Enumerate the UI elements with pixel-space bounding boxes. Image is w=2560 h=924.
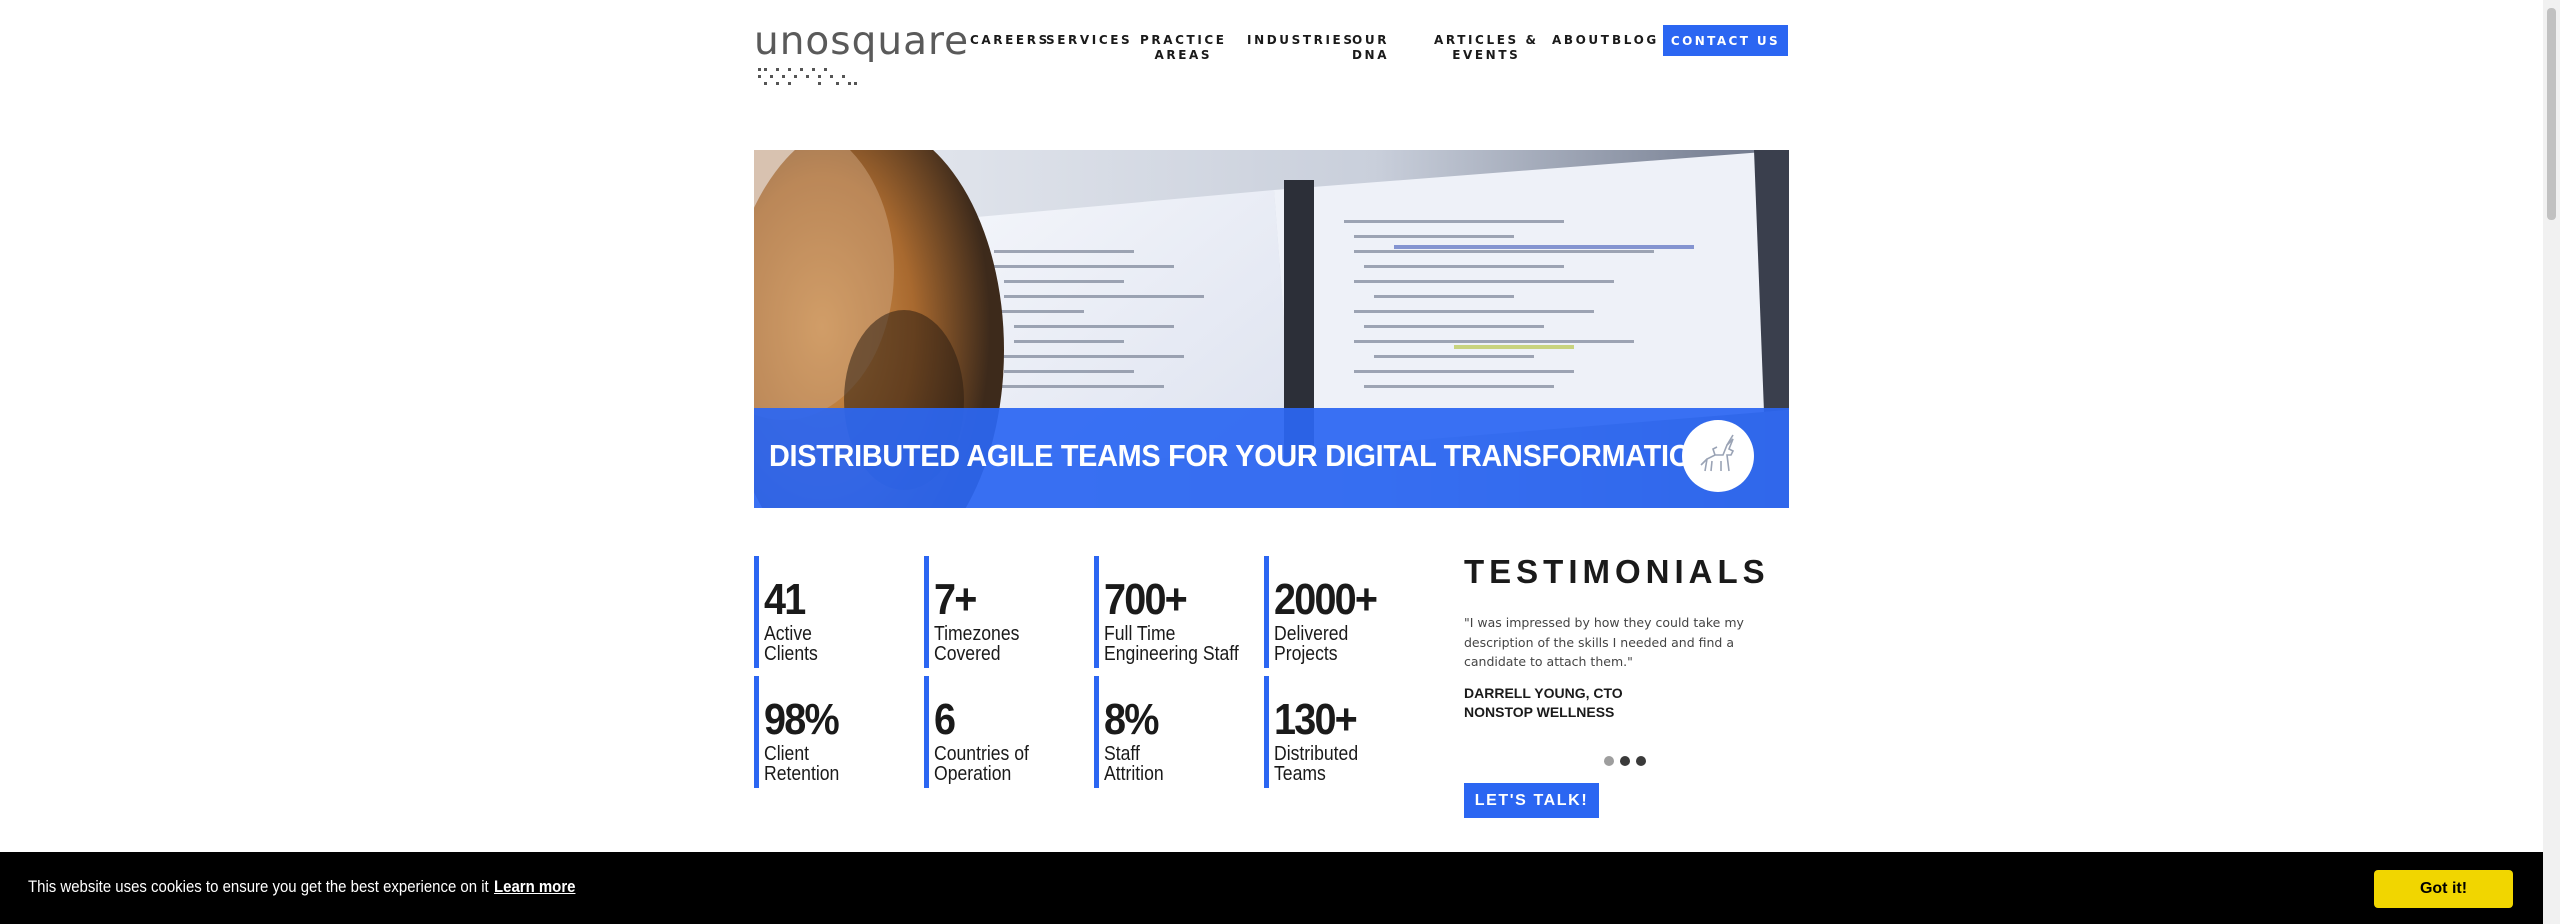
testimonials-heading: TESTIMONIALS [1464, 553, 1770, 590]
stat-label: Staff Attrition [1104, 743, 1164, 785]
nav-industries[interactable]: INDUSTRIES [1247, 33, 1355, 48]
stat-staff-attrition: 8% Staff Attrition [1094, 676, 1254, 788]
stat-label: Active Clients [764, 623, 818, 665]
stat-value: 130+ [1274, 695, 1358, 744]
stat-value: 98% [764, 695, 840, 744]
stat-value: 41 [764, 575, 806, 624]
stat-distributed-teams: 130+ Distributed Teams [1264, 676, 1424, 788]
cookie-message: This website uses cookies to ensure you … [28, 877, 489, 896]
slide-dot-2[interactable] [1620, 756, 1630, 766]
stat-delivered-projects: 2000+ Delivered Projects [1264, 556, 1424, 668]
contact-us-button[interactable]: CONTACT US [1663, 25, 1788, 56]
nav-our-dna[interactable]: OUR DNA [1352, 33, 1389, 63]
nav-articles-events[interactable]: ARTICLES & EVENTS [1434, 33, 1539, 63]
cookie-message-row: This website uses cookies to ensure you … [28, 877, 575, 897]
stat-label: Full Time Engineering Staff [1104, 623, 1239, 665]
testimonial-author-name: DARRELL YOUNG, CTO [1464, 685, 1623, 701]
nav-services[interactable]: SERVICES [1046, 33, 1132, 48]
stat-value: 700+ [1104, 575, 1188, 624]
stat-label: Countries of Operation [934, 743, 1029, 785]
page-scrollbar[interactable] [2543, 0, 2560, 924]
stat-label: Timezones Covered [934, 623, 1020, 665]
nav-blog[interactable]: BLOG [1612, 33, 1659, 48]
nav-practice-areas[interactable]: PRACTICE AREAS [1140, 33, 1227, 63]
stat-active-clients: 41 Active Clients [754, 556, 914, 668]
learn-more-link[interactable]: Learn more [494, 877, 575, 896]
unicorn-badge [1682, 420, 1754, 492]
cookie-consent-bar: This website uses cookies to ensure you … [0, 852, 2543, 924]
stat-client-retention: 98% Client Retention [754, 676, 914, 788]
hero-title: DISTRIBUTED AGILE TEAMS FOR YOUR DIGITAL… [769, 438, 1712, 473]
testimonial-author-company: NONSTOP WELLNESS [1464, 704, 1615, 720]
stat-engineering-staff: 700+ Full Time Engineering Staff [1094, 556, 1254, 668]
stat-countries: 6 Countries of Operation [924, 676, 1084, 788]
hero-banner: DISTRIBUTED AGILE TEAMS FOR YOUR DIGITAL… [754, 150, 1789, 508]
testimonial-pagination [1604, 756, 1646, 766]
lets-talk-button[interactable]: LET'S TALK! [1464, 783, 1599, 818]
logo-wordmark: unosquare [754, 19, 970, 64]
nav-careers[interactable]: CAREERS [970, 33, 1050, 48]
unosquare-logo[interactable]: unosquare [754, 19, 970, 85]
testimonial-quote: "I was impressed by how they could take … [1464, 615, 1744, 669]
stat-label: Client Retention [764, 743, 840, 785]
stat-label: Distributed Teams [1274, 743, 1359, 785]
stat-value: 8% [1104, 695, 1159, 744]
logo-dots-graphic [758, 68, 857, 85]
cookie-accept-button[interactable]: Got it! [2374, 870, 2513, 908]
testimonial-author: DARRELL YOUNG, CTO NONSTOP WELLNESS [1464, 684, 1623, 722]
scrollbar-thumb[interactable] [2547, 8, 2556, 220]
stat-value: 2000+ [1274, 575, 1378, 624]
unicorn-icon [1700, 434, 1735, 472]
stat-timezones: 7+ Timezones Covered [924, 556, 1084, 668]
stat-value: 7+ [934, 575, 977, 624]
slide-dot-3[interactable] [1636, 756, 1646, 766]
slide-dot-1[interactable] [1604, 756, 1614, 766]
hero-title-band: DISTRIBUTED AGILE TEAMS FOR YOUR DIGITAL… [754, 408, 1789, 508]
nav-about[interactable]: ABOUT [1552, 33, 1612, 48]
stat-value: 6 [934, 695, 956, 744]
stat-label: Delivered Projects [1274, 623, 1349, 665]
